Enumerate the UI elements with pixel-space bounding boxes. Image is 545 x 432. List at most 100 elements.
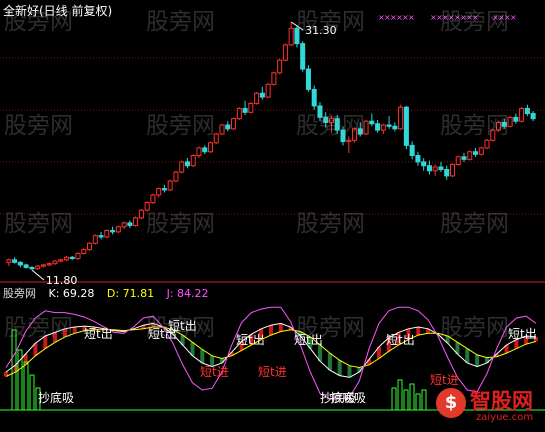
candle-body: [524, 107, 530, 115]
candle-body: [219, 124, 225, 135]
signal-label: 短t出: [386, 333, 415, 347]
candle-body: [288, 27, 294, 46]
watermark: 股旁网: [440, 9, 509, 35]
j-value: J: 84.22: [166, 287, 209, 300]
candle-body: [184, 161, 190, 167]
signal-label: 短t出: [508, 327, 537, 341]
candle-body: [98, 235, 104, 238]
candle-body: [161, 188, 167, 191]
candle-body: [305, 68, 311, 90]
candle-body: [484, 139, 490, 149]
candle-body: [369, 120, 375, 125]
candle-body: [115, 226, 121, 233]
candle-body: [421, 161, 427, 167]
price-annotations: 31.3011.80× × × × × × × × × × × × × × × × × ×: [31, 13, 517, 287]
watermark: 股旁网: [4, 113, 73, 139]
candle-body: [242, 107, 248, 113]
signal-label: 短t出: [236, 333, 265, 347]
candle-body: [207, 142, 214, 153]
candle-body: [40, 264, 46, 267]
logo-badge-icon: $: [436, 388, 466, 418]
candle-body: [150, 194, 156, 204]
signal-label: 抄底吸: [38, 390, 74, 405]
watermark: 股旁网: [296, 9, 365, 35]
indicator-source: 股旁网: [3, 287, 36, 300]
candle-body: [254, 92, 260, 104]
watermark: 股旁网: [146, 211, 215, 237]
candle-body: [17, 261, 23, 266]
candle-body: [179, 161, 185, 173]
candle-body: [426, 165, 432, 172]
indicator-bar: [391, 387, 397, 411]
candle-body: [392, 125, 398, 130]
candle-body: [346, 139, 352, 143]
candle-body: [6, 259, 12, 263]
candle-body: [202, 147, 208, 153]
kdj-ribbon-bar: [72, 327, 77, 334]
signal-label: 短t进: [258, 365, 287, 379]
candle-body: [121, 222, 127, 228]
candle-body: [236, 107, 242, 120]
candle-body: [231, 118, 237, 130]
signal-label: 短t出: [84, 327, 113, 341]
low-pointer: [31, 269, 45, 281]
candle-body: [92, 235, 98, 244]
candle-body: [409, 144, 415, 157]
indicator-bar: [415, 393, 421, 411]
candle-body: [386, 124, 392, 127]
candle-body: [69, 256, 75, 260]
candle-body: [300, 43, 306, 70]
kdj-ribbon-bar: [278, 323, 283, 332]
candle-body: [225, 124, 231, 130]
watermark: 股旁网: [146, 113, 215, 139]
logo-text: 智股网: [470, 389, 533, 413]
watermark: 股旁网: [4, 9, 73, 35]
candle-body: [271, 72, 277, 85]
candle-body: [138, 209, 144, 219]
candle-body: [438, 166, 444, 171]
watermark: 股旁网: [296, 211, 365, 237]
indicator-bar: [409, 383, 415, 411]
candle-body: [259, 92, 265, 98]
candle-body: [63, 256, 70, 261]
candle-body: [403, 106, 409, 146]
candle-body: [190, 155, 196, 167]
indicator-bar: [29, 374, 35, 411]
candle-body: [467, 151, 473, 160]
indicator-bar: [403, 389, 409, 411]
indicator-header: 股旁网 K: 69.28 D: 71.81 J: 84.22: [3, 285, 218, 301]
candle-body: [75, 252, 81, 260]
d-value: D: 71.81: [106, 287, 155, 300]
candle-body: [472, 151, 479, 155]
watermark: 股旁网: [440, 315, 509, 341]
kdj-ribbon-bar: [475, 354, 480, 367]
candle-body: [52, 260, 58, 265]
k-value: K: 69.28: [48, 287, 95, 300]
watermark: 股旁网: [146, 9, 215, 35]
kdj-ribbon-bar: [347, 365, 352, 378]
watermark: 股旁网: [440, 211, 509, 237]
watermark: 股旁网: [296, 315, 365, 341]
kdj-ribbon-bar: [269, 325, 273, 336]
candle-body: [156, 188, 162, 196]
indicator-bar: [23, 361, 29, 411]
indicator-bar: [421, 389, 427, 411]
candle-body: [449, 163, 455, 177]
candle-body: [29, 266, 35, 270]
candle-body: [478, 147, 484, 155]
candle-body: [167, 180, 173, 191]
indicator-bar: [397, 379, 403, 411]
candle-body: [415, 155, 421, 163]
candle-body: [133, 217, 139, 226]
candle-body: [519, 107, 525, 122]
candle-body: [277, 59, 283, 74]
candle-body: [444, 169, 450, 177]
site-logo: $ 智股网 zaiyue.com: [436, 385, 544, 427]
candle-body: [375, 123, 381, 131]
candle-body: [12, 259, 18, 263]
watermark: 股旁网: [440, 113, 509, 139]
watermark: 股旁网: [4, 315, 73, 341]
candle-body: [81, 249, 87, 254]
candle-body: [380, 124, 386, 131]
kdj-ribbon-bar: [465, 348, 470, 363]
